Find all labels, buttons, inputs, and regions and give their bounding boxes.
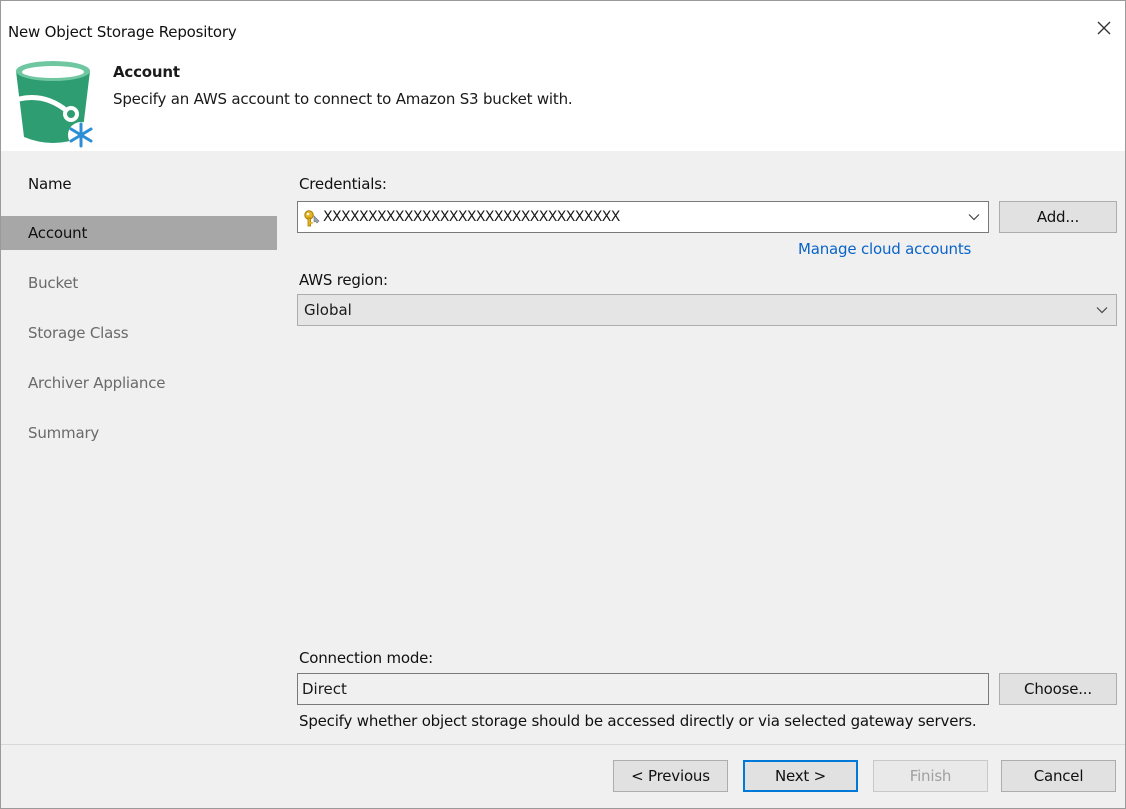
connection-mode-value: Direct [302, 680, 347, 698]
cancel-button[interactable]: Cancel [1001, 760, 1116, 792]
aws-region-label: AWS region: [299, 271, 388, 289]
manage-cloud-accounts-link[interactable]: Manage cloud accounts [798, 240, 971, 258]
wizard-footer: < Previous Next > Finish Cancel [1, 745, 1125, 808]
close-icon[interactable] [1093, 17, 1115, 39]
wizard-window: New Object Storage Repository Account Sp… [0, 0, 1126, 809]
step-title: Account [113, 63, 180, 81]
next-button[interactable]: Next > [743, 760, 858, 792]
step-header: Account Specify an AWS account to connec… [1, 59, 1125, 151]
window-title: New Object Storage Repository [8, 23, 237, 41]
step-description: Specify an AWS account to connect to Ama… [113, 90, 573, 108]
wizard-steps-nav: Name Account Bucket Storage Class Archiv… [1, 151, 277, 744]
connection-mode-hint: Specify whether object storage should be… [299, 712, 977, 730]
step-storage-class[interactable]: Storage Class [1, 316, 277, 350]
bucket-snowflake-icon [16, 61, 94, 148]
aws-region-select[interactable]: Global [297, 294, 1117, 326]
chevron-down-icon [1096, 307, 1108, 314]
title-bar: New Object Storage Repository [1, 1, 1125, 59]
step-archiver-appliance[interactable]: Archiver Appliance [1, 366, 277, 400]
step-summary[interactable]: Summary [1, 416, 277, 450]
chevron-down-icon [968, 214, 980, 221]
finish-button[interactable]: Finish [873, 760, 988, 792]
step-content: Credentials: XXXXXXXXXXXXXXXXXXXXXXXXXXX… [277, 151, 1125, 744]
step-account[interactable]: Account [1, 216, 277, 250]
previous-button[interactable]: < Previous [613, 760, 728, 792]
step-name[interactable]: Name [1, 167, 277, 201]
add-credentials-button[interactable]: Add... [999, 201, 1117, 233]
aws-region-value: Global [304, 301, 352, 319]
credentials-value: XXXXXXXXXXXXXXXXXXXXXXXXXXXXXXXXX [323, 209, 620, 225]
key-icon [304, 210, 320, 227]
connection-mode-label: Connection mode: [299, 649, 434, 667]
choose-connection-button[interactable]: Choose... [999, 673, 1117, 705]
credentials-label: Credentials: [299, 175, 387, 193]
step-bucket[interactable]: Bucket [1, 266, 277, 300]
connection-mode-field[interactable]: Direct [297, 673, 989, 705]
credentials-select[interactable]: XXXXXXXXXXXXXXXXXXXXXXXXXXXXXXXXX [297, 201, 989, 233]
